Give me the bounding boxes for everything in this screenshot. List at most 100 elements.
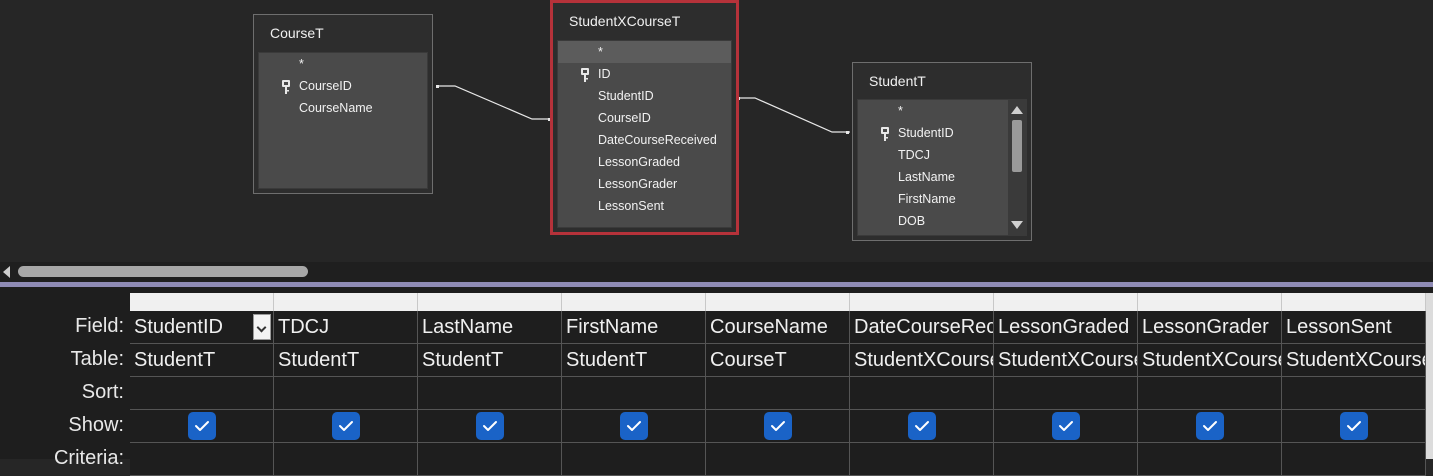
- table-cell[interactable]: StudentT: [562, 344, 706, 377]
- show-checkbox[interactable]: [1196, 412, 1224, 440]
- field-cell[interactable]: LessonSent: [1282, 311, 1426, 344]
- scroll-thumb[interactable]: [1012, 120, 1022, 172]
- table-box-studentxcourset[interactable]: StudentXCourseT * ID StudentID CourseID Date…: [550, 0, 739, 235]
- show-cell[interactable]: [562, 410, 706, 443]
- criteria-cell[interactable]: [274, 443, 418, 476]
- criteria-cell[interactable]: [706, 443, 850, 476]
- grid-column[interactable]: FirstName StudentT: [562, 293, 706, 476]
- show-cell[interactable]: [1138, 410, 1282, 443]
- sort-cell[interactable]: [274, 377, 418, 410]
- grid-column[interactable]: LastName StudentT: [418, 293, 562, 476]
- field-cell[interactable]: StudentID: [130, 311, 274, 344]
- sort-cell[interactable]: [1138, 377, 1282, 410]
- column-selector[interactable]: [562, 293, 706, 311]
- field-item[interactable]: CourseName: [259, 97, 427, 119]
- field-item[interactable]: StudentID: [558, 85, 731, 107]
- field-item[interactable]: DOB: [858, 210, 1026, 232]
- show-cell[interactable]: [850, 410, 994, 443]
- column-selector[interactable]: [418, 293, 562, 311]
- column-selector[interactable]: [274, 293, 418, 311]
- table-cell[interactable]: CourseT: [706, 344, 850, 377]
- grid-column[interactable]: TDCJ StudentT: [274, 293, 418, 476]
- criteria-cell[interactable]: [1138, 443, 1282, 476]
- criteria-cell[interactable]: [850, 443, 994, 476]
- field-item[interactable]: *: [558, 41, 731, 63]
- scroll-up-icon[interactable]: [1011, 106, 1023, 114]
- field-item[interactable]: *: [858, 100, 1026, 122]
- field-cell[interactable]: DateCourseReceived: [850, 311, 994, 344]
- field-item[interactable]: DateCourseReceived: [558, 129, 731, 151]
- grid-vertical-scrollbar[interactable]: [1426, 293, 1433, 459]
- sort-cell[interactable]: [994, 377, 1138, 410]
- field-cell[interactable]: TDCJ: [274, 311, 418, 344]
- table-cell[interactable]: StudentT: [274, 344, 418, 377]
- sort-cell[interactable]: [130, 377, 274, 410]
- grid-column[interactable]: LessonGrader StudentXCourseT: [1138, 293, 1282, 476]
- show-checkbox[interactable]: [1340, 412, 1368, 440]
- table-cell[interactable]: StudentT: [418, 344, 562, 377]
- field-cell[interactable]: LessonGrader: [1138, 311, 1282, 344]
- field-item[interactable]: LessonGraded: [558, 151, 731, 173]
- table-title[interactable]: StudentT: [853, 63, 1031, 99]
- show-checkbox[interactable]: [332, 412, 360, 440]
- column-selector[interactable]: [130, 293, 274, 311]
- table-cell[interactable]: StudentXCourseT: [850, 344, 994, 377]
- sort-cell[interactable]: [418, 377, 562, 410]
- criteria-cell[interactable]: [418, 443, 562, 476]
- criteria-cell[interactable]: [994, 443, 1138, 476]
- table-cell[interactable]: StudentT: [130, 344, 274, 377]
- sort-cell[interactable]: [562, 377, 706, 410]
- table-cell[interactable]: StudentXCourseT: [994, 344, 1138, 377]
- scroll-down-icon[interactable]: [1011, 221, 1023, 229]
- field-item[interactable]: StudentID: [858, 122, 1026, 144]
- relationship-diagram-pane[interactable]: CourseT * CourseID CourseName StudentXCour…: [0, 0, 1433, 262]
- criteria-cell[interactable]: [562, 443, 706, 476]
- grid-column[interactable]: CourseName CourseT: [706, 293, 850, 476]
- scroll-left-icon[interactable]: [3, 266, 10, 278]
- sort-cell[interactable]: [850, 377, 994, 410]
- field-cell[interactable]: FirstName: [562, 311, 706, 344]
- sort-cell[interactable]: [1282, 377, 1426, 410]
- chevron-down-icon[interactable]: [253, 314, 271, 340]
- field-item[interactable]: ID: [558, 63, 731, 85]
- field-item[interactable]: CourseID: [259, 75, 427, 97]
- field-list-scrollbar[interactable]: [1008, 100, 1026, 235]
- table-box-studentt[interactable]: StudentT * StudentID TDCJ LastName FirstName…: [852, 62, 1032, 241]
- show-checkbox[interactable]: [188, 412, 216, 440]
- field-item[interactable]: FirstName: [858, 188, 1026, 210]
- table-title[interactable]: StudentXCourseT: [553, 3, 736, 39]
- column-selector[interactable]: [994, 293, 1138, 311]
- field-item[interactable]: CourseID: [558, 107, 731, 129]
- show-cell[interactable]: [1282, 410, 1426, 443]
- show-cell[interactable]: [274, 410, 418, 443]
- field-cell[interactable]: CourseName: [706, 311, 850, 344]
- column-selector[interactable]: [850, 293, 994, 311]
- field-cell[interactable]: LessonGraded: [994, 311, 1138, 344]
- show-checkbox[interactable]: [908, 412, 936, 440]
- column-selector[interactable]: [1282, 293, 1426, 311]
- table-cell[interactable]: StudentXCourseT: [1138, 344, 1282, 377]
- field-item[interactable]: LastName: [858, 166, 1026, 188]
- table-cell[interactable]: StudentXCourseT: [1282, 344, 1426, 377]
- grid-column[interactable]: DateCourseReceived StudentXCourseT: [850, 293, 994, 476]
- field-item[interactable]: TDCJ: [858, 144, 1026, 166]
- diagram-horizontal-scrollbar[interactable]: [0, 262, 1433, 282]
- column-selector[interactable]: [706, 293, 850, 311]
- field-cell[interactable]: LastName: [418, 311, 562, 344]
- field-item[interactable]: LessonGrader: [558, 173, 731, 195]
- table-title[interactable]: CourseT: [254, 15, 432, 51]
- show-cell[interactable]: [706, 410, 850, 443]
- show-checkbox[interactable]: [764, 412, 792, 440]
- grid-column[interactable]: StudentID StudentT: [130, 293, 274, 476]
- table-box-coursed[interactable]: CourseT * CourseID CourseName: [253, 14, 433, 194]
- scroll-thumb[interactable]: [18, 266, 308, 277]
- field-item[interactable]: *: [259, 53, 427, 75]
- grid-column[interactable]: LessonGraded StudentXCourseT: [994, 293, 1138, 476]
- show-checkbox[interactable]: [476, 412, 504, 440]
- grid-column[interactable]: LessonSent StudentXCourseT: [1282, 293, 1426, 476]
- show-checkbox[interactable]: [620, 412, 648, 440]
- criteria-cell[interactable]: [130, 443, 274, 476]
- sort-cell[interactable]: [706, 377, 850, 410]
- show-checkbox[interactable]: [1052, 412, 1080, 440]
- field-item[interactable]: LessonSent: [558, 195, 731, 217]
